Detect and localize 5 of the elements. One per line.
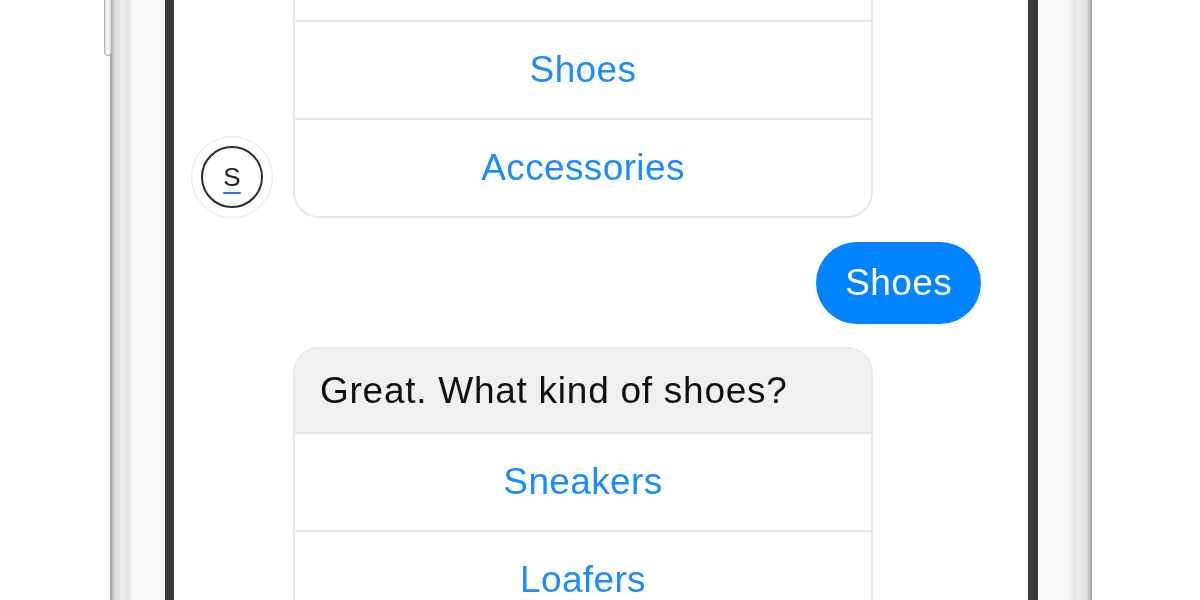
message-text: Great. What kind of shoes? bbox=[320, 369, 788, 412]
quick-reply-button[interactable]: Accessories bbox=[295, 118, 871, 216]
side-button-drawing bbox=[104, 0, 112, 56]
user-message-bubble: Shoes bbox=[816, 242, 981, 324]
avatar-letter: S bbox=[223, 163, 241, 191]
